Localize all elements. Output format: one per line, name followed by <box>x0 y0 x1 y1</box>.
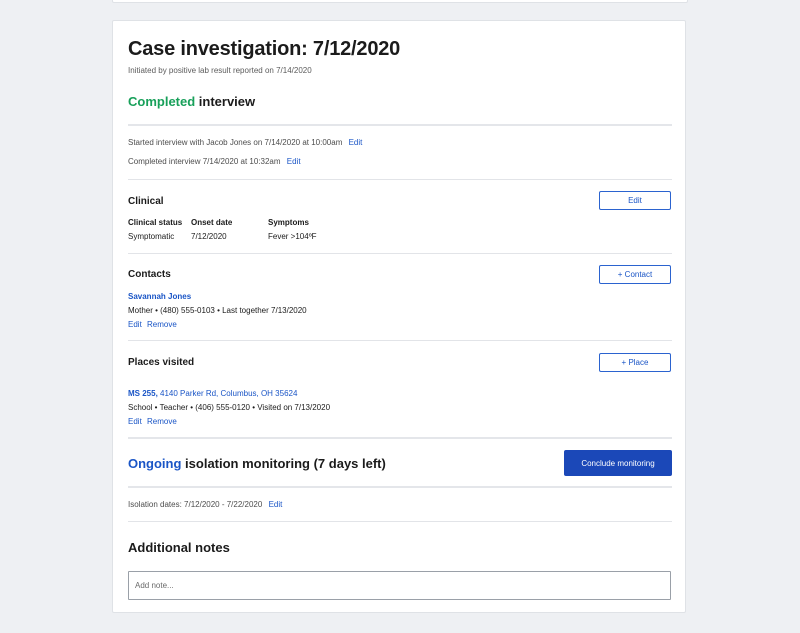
add-contact-button[interactable]: + Contact <box>599 265 671 284</box>
onset-date-header: Onset date <box>191 218 233 227</box>
edit-completed-link[interactable]: Edit <box>287 157 301 166</box>
isolation-dates-row: Isolation dates: 7/12/2020 - 7/22/2020 E… <box>128 500 282 509</box>
additional-notes-heading: Additional notes <box>128 540 230 555</box>
contact-name-link[interactable]: Savannah Jones <box>128 292 307 301</box>
place-name-link[interactable]: MS 255, <box>128 389 158 398</box>
interview-started-row: Started interview with Jacob Jones on 7/… <box>128 138 362 147</box>
divider <box>128 486 672 488</box>
edit-started-link[interactable]: Edit <box>349 138 363 147</box>
interview-status-word: Completed <box>128 94 196 109</box>
clinical-status-header: Clinical status <box>128 218 183 227</box>
place-details: School • Teacher • (406) 555-0120 • Visi… <box>128 403 331 412</box>
places-heading: Places visited <box>128 357 195 368</box>
divider <box>128 124 672 126</box>
place-actions: Edit Remove <box>128 417 330 426</box>
interview-completed-row: Completed interview 7/14/2020 at 10:32am… <box>128 157 301 166</box>
edit-place-link[interactable]: Edit <box>128 417 142 426</box>
divider <box>128 253 672 254</box>
interview-status-heading: Completed interview <box>128 94 255 109</box>
place-address-link[interactable]: 4140 Parker Rd, Columbus, OH 35624 <box>158 389 297 398</box>
place-title-row: MS 255, 4140 Parker Rd, Columbus, OH 356… <box>128 389 330 398</box>
isolation-dates-text: Isolation dates: 7/12/2020 - 7/22/2020 <box>128 500 263 509</box>
page-title: Case investigation: 7/12/2020 <box>128 38 401 60</box>
divider <box>128 437 672 439</box>
monitoring-status-word: Ongoing <box>128 456 182 471</box>
symptoms-column: Symptoms Fever >104ºF <box>268 218 317 241</box>
divider <box>128 340 672 341</box>
add-place-button[interactable]: + Place <box>599 353 671 372</box>
clinical-status-column: Clinical status Symptomatic <box>128 218 182 241</box>
clinical-heading: Clinical <box>128 196 164 207</box>
remove-place-link[interactable]: Remove <box>147 417 177 426</box>
place-item: MS 255, 4140 Parker Rd, Columbus, OH 356… <box>128 389 330 426</box>
monitoring-status-rest: isolation monitoring (7 days left) <box>181 456 386 471</box>
onset-date-column: Onset date 7/12/2020 <box>191 218 232 241</box>
clinical-edit-button[interactable]: Edit <box>599 191 671 210</box>
divider <box>128 179 672 180</box>
divider <box>128 521 672 522</box>
contact-item: Savannah Jones Mother • (480) 555-0103 •… <box>128 292 307 329</box>
conclude-monitoring-button[interactable]: Conclude monitoring <box>564 450 672 476</box>
edit-contact-link[interactable]: Edit <box>128 320 142 329</box>
monitoring-status-heading: Ongoing isolation monitoring (7 days lef… <box>128 456 386 471</box>
symptoms-header: Symptoms <box>268 218 309 227</box>
case-investigation-card: Case investigation: 7/12/2020 Initiated … <box>112 20 686 613</box>
edit-isolation-dates-link[interactable]: Edit <box>269 500 283 509</box>
add-note-input[interactable] <box>128 571 671 600</box>
interview-started-text: Started interview with Jacob Jones on 7/… <box>128 138 343 147</box>
contact-actions: Edit Remove <box>128 320 307 329</box>
clinical-status-value: Symptomatic <box>128 232 175 241</box>
page-subtitle: Initiated by positive lab result reporte… <box>128 66 312 75</box>
symptoms-value: Fever >104ºF <box>268 232 317 241</box>
contact-details: Mother • (480) 555-0103 • Last together … <box>128 306 307 315</box>
contacts-heading: Contacts <box>128 269 171 280</box>
interview-status-rest: interview <box>195 94 256 109</box>
onset-date-value: 7/12/2020 <box>191 232 227 241</box>
remove-contact-link[interactable]: Remove <box>147 320 177 329</box>
previous-card-edge <box>112 0 688 3</box>
interview-completed-text: Completed interview 7/14/2020 at 10:32am <box>128 157 281 166</box>
